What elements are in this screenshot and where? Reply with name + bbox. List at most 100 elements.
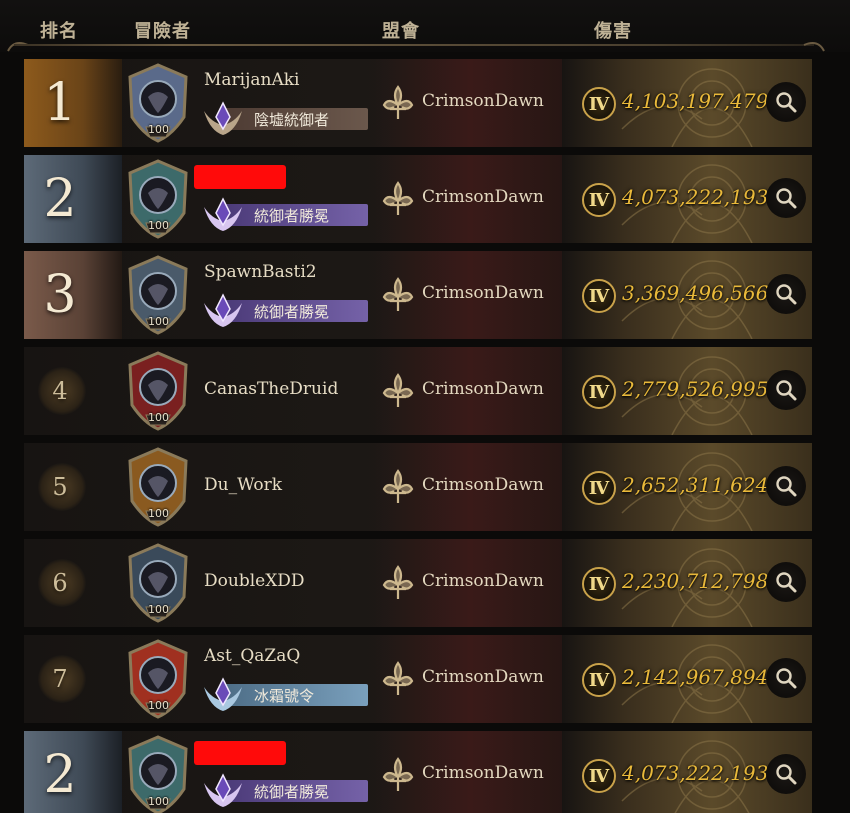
leaderboard-row[interactable]: 3 100 SpawnBasti2 統御者勝冕 CrimsonDawn Ⅳ 3,369,49… — [24, 251, 812, 339]
clan-name[interactable]: CrimsonDawn — [422, 763, 544, 783]
magnifier-icon — [776, 764, 797, 785]
magnifier-icon — [776, 668, 797, 689]
rank-number: 3 — [43, 265, 77, 325]
player-level: 100 — [148, 603, 169, 616]
inspect-button[interactable] — [766, 370, 806, 410]
roman-four-medal-icon: Ⅳ — [582, 279, 616, 313]
leaderboard-row[interactable]: 2 100 統御者勝冕 CrimsonDawn Ⅳ 4,073,222,193 — [24, 155, 812, 243]
rank-cell: 4 — [24, 347, 122, 435]
leaderboard-row[interactable]: 2 100 統御者勝冕 CrimsonDawn Ⅳ 4,073,222,193 — [24, 731, 812, 813]
title-badge-label: 陰墟統御者 — [254, 111, 330, 129]
player-level: 100 — [148, 315, 169, 328]
player-name[interactable]: SpawnBasti2 — [204, 262, 317, 282]
inspect-button[interactable] — [766, 274, 806, 314]
inspect-button[interactable] — [766, 562, 806, 602]
damage-value: 4,103,197,479 — [622, 89, 769, 113]
title-emblem-icon — [204, 197, 242, 231]
clan-name[interactable]: CrimsonDawn — [422, 379, 544, 399]
damage-value: 2,652,311,624 — [622, 473, 769, 497]
fleur-de-lis-icon — [382, 181, 414, 215]
player-name[interactable]: Du_Work — [204, 475, 282, 495]
leaderboard-header: 排名 冒險者 盟會 傷害 — [0, 0, 850, 52]
header-ornament-right — [803, 42, 825, 52]
damage-column-header: 傷害 — [594, 21, 632, 42]
inspect-button[interactable] — [766, 82, 806, 122]
roman-four-medal-icon: Ⅳ — [582, 663, 616, 697]
player-level: 100 — [148, 795, 169, 808]
redacted-player-name — [194, 741, 286, 765]
roman-four-medal-icon: Ⅳ — [582, 183, 616, 217]
rank-number: 6 — [52, 569, 68, 597]
clan-name[interactable]: CrimsonDawn — [422, 283, 544, 303]
player-name[interactable]: DoubleXDD — [204, 571, 305, 591]
title-badge: 統御者勝冕 — [200, 197, 368, 231]
rank-cell: 3 — [24, 251, 122, 339]
leaderboard-list: 1 100 MarijanAki 陰墟統御者 CrimsonDawn Ⅳ 4,103,197… — [24, 59, 812, 813]
clan-name[interactable]: CrimsonDawn — [422, 475, 544, 495]
magnifier-icon — [776, 92, 797, 113]
rank-cell: 1 — [24, 59, 122, 147]
clan-name[interactable]: CrimsonDawn — [422, 91, 544, 111]
player-level: 100 — [148, 411, 169, 424]
rank-number: 7 — [52, 665, 68, 693]
player-name[interactable]: MarijanAki — [204, 70, 299, 90]
magnifier-icon — [776, 380, 797, 401]
roman-four-medal-icon: Ⅳ — [582, 87, 616, 121]
leaderboard-row[interactable]: 1 100 MarijanAki 陰墟統御者 CrimsonDawn Ⅳ 4,103,197… — [24, 59, 812, 147]
player-name[interactable]: CanasTheDruid — [204, 379, 338, 399]
magnifier-icon — [776, 476, 797, 497]
leaderboard-row[interactable]: 5 100 Du_Work CrimsonDawn Ⅳ 2,652,311,624 — [24, 443, 812, 531]
damage-value: 4,073,222,193 — [622, 185, 769, 209]
title-badge: 冰霜號令 — [200, 677, 368, 711]
inspect-button[interactable] — [766, 466, 806, 506]
rank-number: 2 — [43, 169, 77, 229]
damage-value: 2,142,967,894 — [622, 665, 769, 689]
rank-column-header: 排名 — [40, 21, 78, 42]
rank-cell: 7 — [24, 635, 122, 723]
adventurer-column-header: 冒險者 — [134, 21, 191, 42]
clan-name[interactable]: CrimsonDawn — [422, 571, 544, 591]
title-badge: 統御者勝冕 — [200, 293, 368, 327]
fleur-de-lis-icon — [382, 661, 414, 695]
damage-value: 2,779,526,995 — [622, 377, 769, 401]
rank-number: 4 — [52, 377, 68, 405]
damage-value: 3,369,496,566 — [622, 281, 769, 305]
player-level: 100 — [148, 219, 169, 232]
inspect-button[interactable] — [766, 658, 806, 698]
leaderboard-row[interactable]: 6 100 DoubleXDD CrimsonDawn Ⅳ 2,230,712,798 — [24, 539, 812, 627]
player-level: 100 — [148, 507, 169, 520]
fleur-de-lis-icon — [382, 373, 414, 407]
magnifier-icon — [776, 572, 797, 593]
title-badge-label: 統御者勝冕 — [254, 207, 330, 225]
rank-number: 1 — [43, 73, 77, 133]
clan-column-header: 盟會 — [382, 21, 420, 42]
leaderboard-row[interactable]: 4 100 CanasTheDruid CrimsonDawn Ⅳ 2,779,526,9… — [24, 347, 812, 435]
leaderboard-row[interactable]: 7 100 Ast_QaZaQ 冰霜號令 CrimsonDawn Ⅳ 2,142,967,8… — [24, 635, 812, 723]
player-level: 100 — [148, 123, 169, 136]
redacted-player-name — [194, 165, 286, 189]
inspect-button[interactable] — [766, 178, 806, 218]
rank-cell: 2 — [24, 155, 122, 243]
damage-value: 4,073,222,193 — [622, 761, 769, 785]
rank-number: 5 — [52, 473, 68, 501]
roman-four-medal-icon: Ⅳ — [582, 759, 616, 793]
rank-cell: 6 — [24, 539, 122, 627]
rank-number: 2 — [43, 745, 77, 805]
rank-cell: 5 — [24, 443, 122, 531]
header-divider — [14, 44, 814, 46]
title-badge: 統御者勝冕 — [200, 773, 368, 807]
magnifier-icon — [776, 284, 797, 305]
magnifier-icon — [776, 188, 797, 209]
fleur-de-lis-icon — [382, 757, 414, 791]
inspect-button[interactable] — [766, 754, 806, 794]
clan-name[interactable]: CrimsonDawn — [422, 187, 544, 207]
fleur-de-lis-icon — [382, 469, 414, 503]
rank-cell: 2 — [24, 731, 122, 813]
clan-name[interactable]: CrimsonDawn — [422, 667, 544, 687]
title-emblem-icon — [204, 101, 242, 135]
roman-four-medal-icon: Ⅳ — [582, 567, 616, 601]
player-name[interactable]: Ast_QaZaQ — [204, 646, 300, 666]
fleur-de-lis-icon — [382, 277, 414, 311]
roman-four-medal-icon: Ⅳ — [582, 375, 616, 409]
title-badge-label: 統御者勝冕 — [254, 783, 330, 801]
